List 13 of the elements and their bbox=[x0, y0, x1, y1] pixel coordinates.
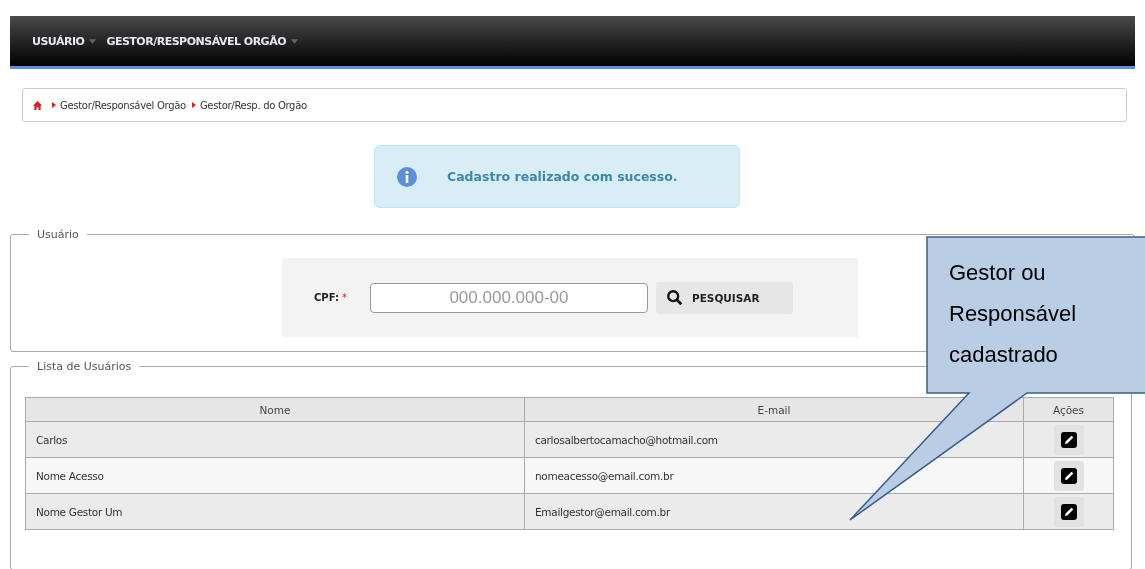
callout-text: Gestor ou Responsável cadastrado bbox=[949, 259, 1077, 369]
column-header: Nome bbox=[25, 397, 525, 422]
table-cell: nomeacesso@email.com.br bbox=[524, 457, 1024, 494]
table-cell: Emailgestor@email.com.br bbox=[524, 493, 1024, 530]
fieldset-legend: Usuário bbox=[29, 228, 87, 241]
cpf-label: CPF: bbox=[314, 292, 339, 303]
column-header: Ações bbox=[1023, 397, 1114, 422]
fieldset-legend: Lista de Usuários bbox=[29, 360, 140, 373]
table-cell: Nome Acesso bbox=[25, 457, 525, 494]
table-cell: Nome Gestor Um bbox=[25, 493, 525, 530]
table-cell: Carlos bbox=[25, 421, 525, 458]
required-mark: * bbox=[341, 292, 348, 303]
alert-message: Cadastro realizado com sucesso. bbox=[447, 169, 678, 184]
